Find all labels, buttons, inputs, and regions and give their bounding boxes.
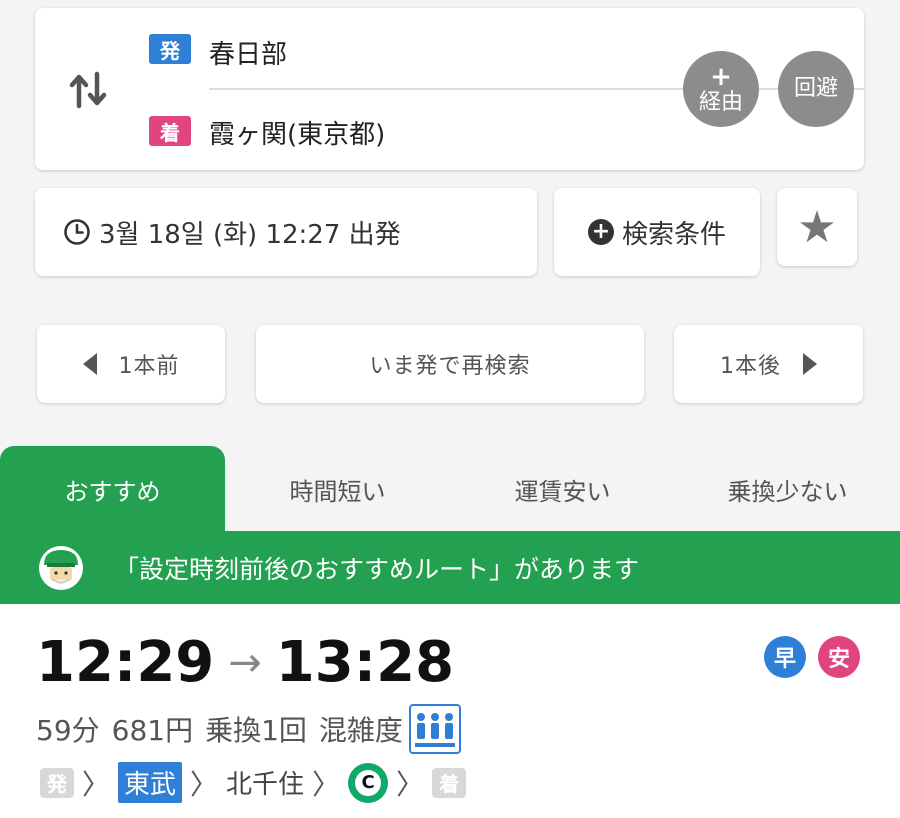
plus-circle-icon: + (587, 219, 614, 245)
add-via-button[interactable]: + 経由 (683, 51, 759, 127)
route-times: 12:29 → 13:28 (36, 630, 454, 695)
previous-train-button[interactable]: 1本前 (37, 325, 225, 403)
datetime-button[interactable]: 3월 18일 (화) 12:27 出発 (35, 188, 537, 276)
departure-station-field[interactable]: 春日部 (209, 34, 287, 71)
chevron-right-icon (803, 353, 817, 375)
tab-cheapest-fare[interactable]: 運賃安い (450, 446, 675, 532)
route-end-tag: 着 (432, 767, 467, 798)
sort-tabs: おすすめ 時間短い 運賃安い 乗換少ない (0, 446, 900, 532)
conditions-label: 検索条件 (621, 219, 726, 250)
fare: 681円 (111, 714, 194, 747)
departure-badge: 発 (149, 34, 191, 64)
chevron-right-icon: 〉 (190, 767, 219, 801)
clock-icon (64, 219, 90, 245)
arrival-time: 13:28 (275, 630, 455, 695)
arrow-right-icon: → (228, 639, 262, 686)
chevron-right-icon: 〉 (82, 767, 111, 801)
chevron-left-icon (82, 353, 97, 375)
next-train-button[interactable]: 1本後 (674, 325, 863, 403)
swap-stations-button[interactable] (63, 66, 115, 114)
tab-fewest-transfers[interactable]: 乗換少ない (675, 446, 900, 532)
tobu-line-tag: 東武 (118, 762, 183, 803)
next-train-label: 1本後 (720, 354, 781, 379)
avoid-button[interactable]: 回避 (778, 51, 854, 127)
cheapest-badge: 安 (818, 636, 860, 678)
mascot-icon (39, 545, 83, 590)
search-conditions-button[interactable]: + 検索条件 (554, 188, 760, 276)
transfer-station: 北千住 (226, 770, 305, 800)
recommendation-banner[interactable]: 「設定時刻前後のおすすめルート」があります (0, 531, 900, 604)
research-now-label: いま発で再検索 (369, 354, 531, 379)
chevron-right-icon: 〉 (312, 767, 341, 801)
plus-icon: + (710, 61, 732, 92)
arrival-station-field[interactable]: 霞ヶ関(東京都) (209, 114, 385, 151)
route-result-item[interactable]: 12:29 → 13:28 早 安 59分 681円 乗換1回 混雑度 発 〉 … (0, 604, 900, 818)
crowd-level-icon (408, 704, 461, 754)
previous-train-label: 1本前 (118, 354, 180, 379)
route-summary: 59分 681円 乗換1回 混雑度 (36, 704, 473, 754)
star-icon: ★ (797, 201, 837, 253)
arrival-badge: 着 (149, 116, 191, 146)
transfer-count: 乗換1回 (205, 714, 307, 747)
tab-recommended[interactable]: おすすめ (0, 446, 225, 532)
favorite-button[interactable]: ★ (777, 188, 857, 266)
tab-shortest-time[interactable]: 時間短い (225, 446, 450, 532)
crowd-label: 混雑度 (318, 714, 403, 747)
chiyoda-line-icon: C (348, 762, 389, 803)
chiyoda-line-symbol: C (355, 769, 382, 796)
swap-icon (69, 71, 107, 109)
banner-text: 「設定時刻前後のおすすめルート」があります (114, 554, 640, 584)
fastest-badge: 早 (764, 636, 806, 678)
datetime-label: 3월 18일 (화) 12:27 出発 (99, 219, 401, 250)
avoid-label: 回避 (793, 76, 838, 102)
via-label: 経由 (698, 90, 743, 116)
station-input-card: 発 春日部 着 霞ヶ関(東京都) + 経由 回避 (35, 8, 864, 170)
route-line-summary: 発 〉 東武 〉 北千住 〉 C 〉 着 (40, 762, 467, 803)
departure-time: 12:29 (36, 630, 215, 695)
route-start-tag: 発 (40, 767, 74, 798)
chevron-right-icon: 〉 (396, 767, 425, 801)
duration: 59分 (36, 714, 100, 747)
research-now-button[interactable]: いま発で再検索 (256, 325, 644, 403)
station-divider (209, 88, 864, 90)
